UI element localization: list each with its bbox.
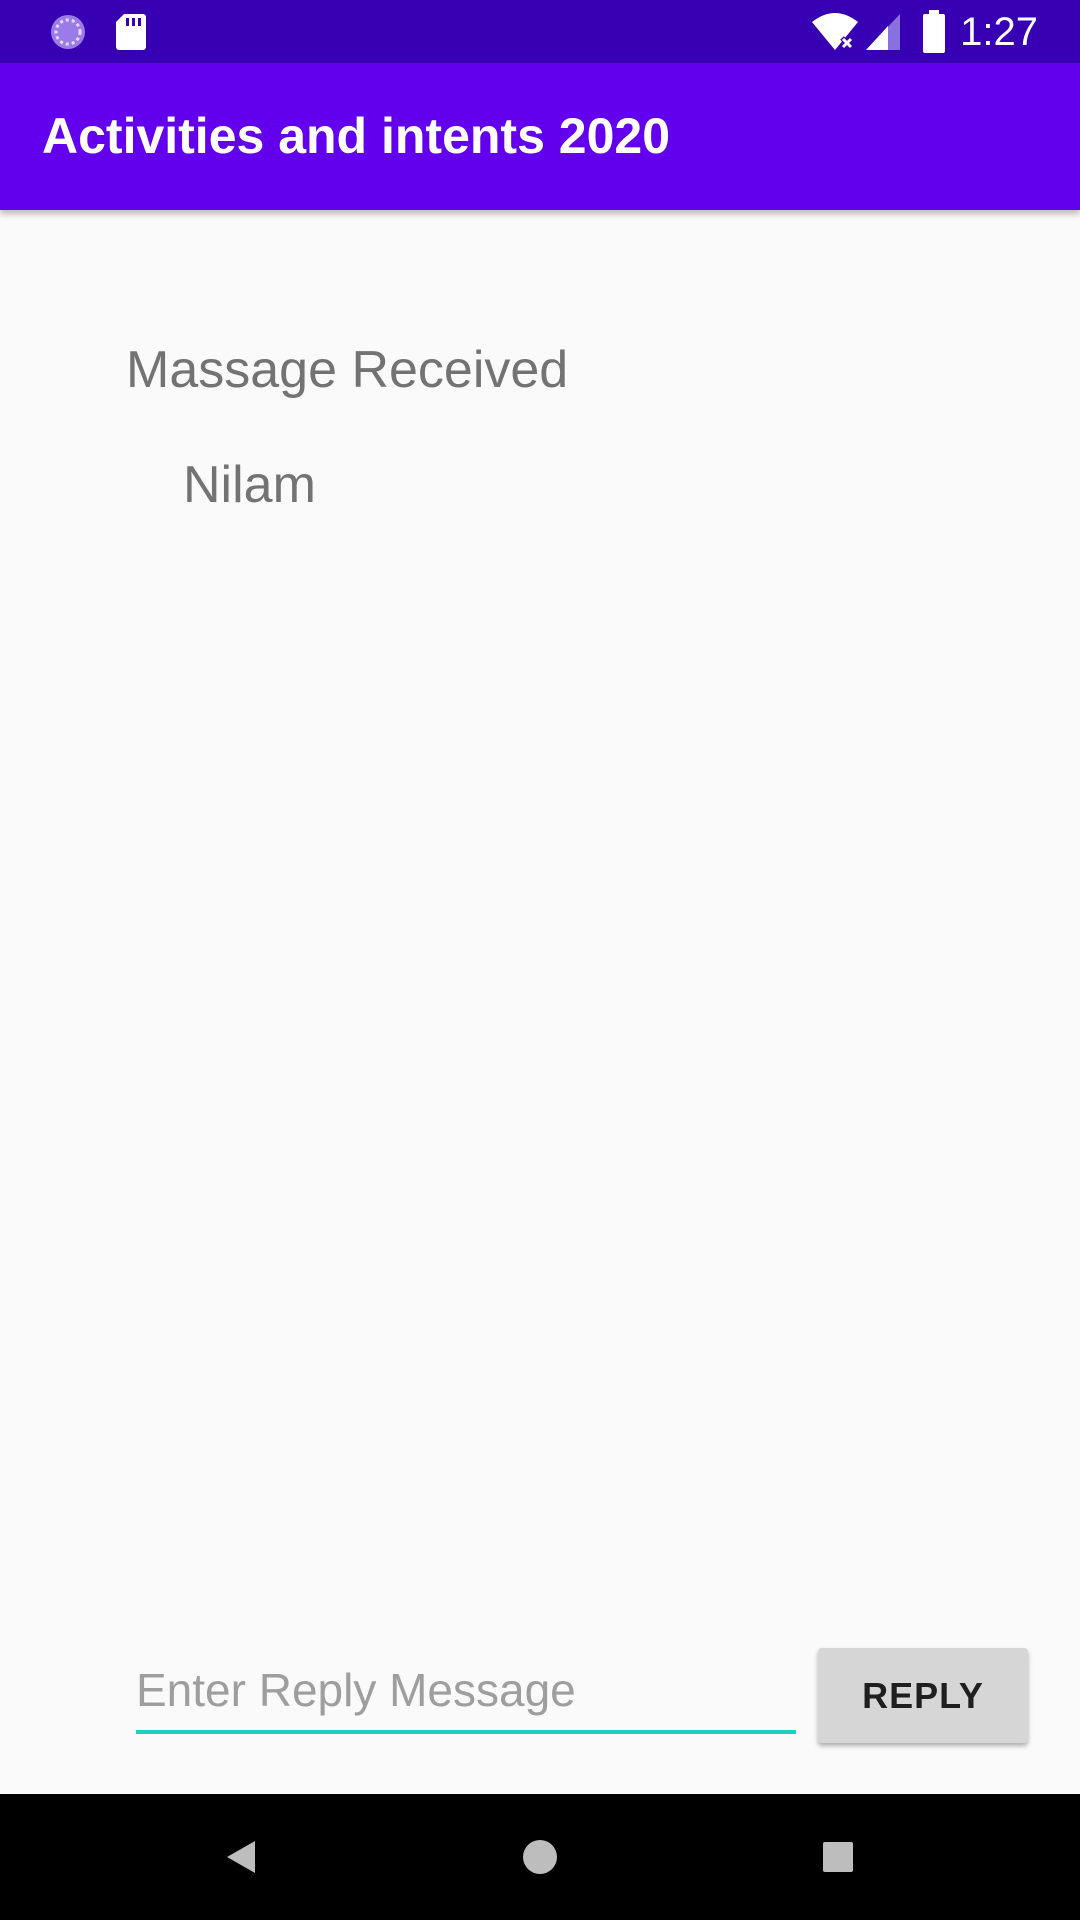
app-bar: Activities and intents 2020 [0, 63, 1080, 210]
status-time: 1:27 [960, 10, 1038, 54]
reply-message-input[interactable] [136, 1650, 796, 1734]
cellular-signal-icon [864, 12, 902, 57]
navigation-bar [0, 1794, 1080, 1920]
recents-icon[interactable] [803, 1822, 873, 1892]
home-icon[interactable] [505, 1822, 575, 1892]
screen: 1:27 Activities and intents 2020 Massage… [0, 0, 1080, 1920]
back-icon[interactable] [206, 1822, 276, 1892]
battery-icon [922, 10, 946, 59]
page-title: Activities and intents 2020 [42, 108, 671, 164]
loading-spinner-icon [48, 12, 88, 57]
message-received-label: Massage Received [126, 341, 569, 399]
sd-card-icon [114, 12, 148, 57]
reply-input-container [136, 1650, 796, 1734]
wifi-off-icon [810, 12, 860, 57]
reply-button[interactable]: REPLY [818, 1648, 1028, 1743]
received-message-text: Nilam [183, 456, 316, 514]
status-bar: 1:27 [0, 0, 1080, 63]
